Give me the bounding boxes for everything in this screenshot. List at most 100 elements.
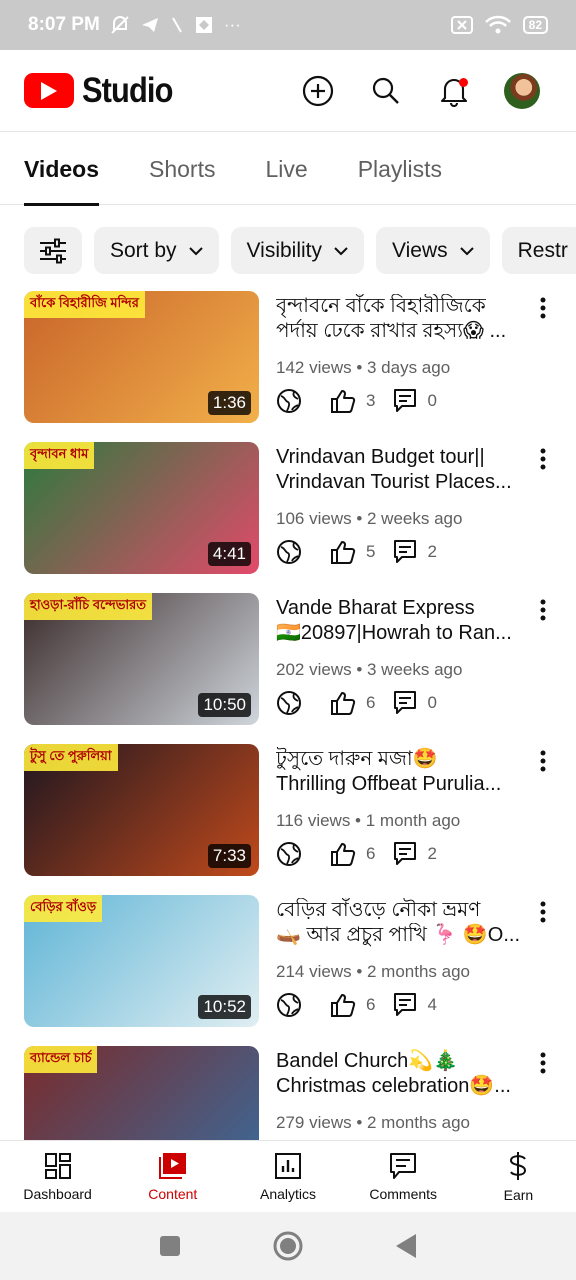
studio-logo[interactable]: Studio — [24, 71, 185, 111]
filter-button[interactable] — [24, 227, 82, 274]
nav-label: Earn — [503, 1186, 534, 1203]
likes-count: 3 — [366, 391, 376, 410]
tab-videos[interactable]: Videos — [24, 133, 99, 206]
more-vert-icon — [540, 1052, 546, 1074]
create-button[interactable] — [288, 61, 348, 121]
thumbnail-caption: বেড়ির বাঁওড় — [24, 895, 103, 922]
chevron-down-icon — [334, 246, 348, 255]
video-duration: 7:33 — [207, 844, 251, 868]
nav-analytics[interactable]: Analytics — [230, 1141, 345, 1212]
recents-icon[interactable] — [158, 1234, 182, 1258]
video-options-button[interactable] — [528, 293, 558, 323]
video-duration: 4:41 — [207, 542, 251, 566]
views-chip[interactable]: Views — [376, 227, 490, 274]
video-row[interactable]: বেড়ির বাঁওড় 10:52 বেড়ির বাঁওড়ে নৌকা ভ্… — [0, 895, 576, 1046]
comment-icon — [394, 540, 417, 563]
video-duration: 1:36 — [207, 391, 251, 415]
video-options-button[interactable] — [528, 595, 558, 625]
visibility-chip[interactable]: Visibility — [230, 227, 364, 274]
system-nav-bar — [0, 1212, 576, 1280]
video-title[interactable]: বৃন্দাবনে বাঁকে বিহারীজিকে পর্দায় ঢেকে র… — [276, 294, 526, 344]
video-title[interactable]: বেড়ির বাঁওড়ে নৌকা ভ্রমণ 🛶 আর প্রচুর পাখ… — [276, 898, 526, 948]
sort-by-chip[interactable]: Sort by — [94, 227, 219, 274]
video-stats: 64 — [276, 990, 455, 1020]
comment-icon — [394, 691, 417, 714]
video-thumbnail[interactable]: বেড়ির বাঁওড় 10:52 — [24, 895, 259, 1027]
video-meta: 279 views • 2 months ago — [276, 1113, 471, 1132]
visibility-status — [276, 539, 312, 565]
like-icon — [331, 390, 356, 413]
video-row[interactable]: হাওড়া-রাঁচি বন্দেভারত 10:50 Vande Bharat … — [0, 593, 576, 744]
app-header: Studio — [0, 50, 576, 132]
back-icon[interactable] — [394, 1233, 418, 1259]
youtube-play-logo-icon — [24, 73, 74, 108]
notifications-button[interactable] — [424, 61, 484, 121]
video-list: বাঁকে বিহারীজি মন্দির 1:36 বৃন্দাবনে বাঁকে… — [0, 291, 576, 1141]
comments-stat: 2 — [393, 841, 437, 867]
video-options-button[interactable] — [528, 746, 558, 776]
video-title[interactable]: Vande Bharat Express 🇮🇳20897|Howrah to Ra… — [276, 596, 526, 646]
video-title-line: Christmas celebration🤩... — [276, 1075, 511, 1097]
more-vert-icon — [540, 901, 546, 923]
visibility-status — [276, 690, 312, 716]
video-title-line: 🇮🇳20897|Howrah to Ran... — [276, 622, 512, 644]
account-button[interactable] — [492, 61, 552, 121]
video-title-line: পর্দায় ঢেকে রাখার রহস্য😱 ... — [276, 320, 507, 342]
brand-name: Studio — [82, 70, 173, 110]
video-title[interactable]: Bandel Church💫🎄 Christmas celebration🤩... — [276, 1049, 526, 1099]
nav-label: Content — [148, 1185, 198, 1202]
comments-stat: 2 — [393, 539, 437, 565]
video-title-line: টুসুতে দারুন মজা🤩 — [276, 748, 438, 770]
video-row[interactable]: ব্যান্ডেল চার্চ Bandel Church💫🎄 Christmas … — [0, 1046, 576, 1141]
nav-comments[interactable]: Comments — [346, 1141, 461, 1212]
video-row[interactable]: বাঁকে বিহারীজি মন্দির 1:36 বৃন্দাবনে বাঁকে… — [0, 291, 576, 442]
like-icon — [331, 541, 356, 564]
tab-shorts[interactable]: Shorts — [149, 133, 215, 205]
video-title-line: Vrindavan Budget tour|| — [276, 446, 485, 468]
more-vert-icon — [540, 448, 546, 470]
video-stats: 60 — [276, 688, 455, 718]
video-options-button[interactable] — [528, 1048, 558, 1078]
home-icon[interactable] — [272, 1230, 304, 1262]
nav-dashboard[interactable]: Dashboard — [0, 1141, 115, 1212]
search-button[interactable] — [356, 61, 416, 121]
video-thumbnail[interactable]: বৃন্দাবন ধাম 4:41 — [24, 442, 259, 574]
video-title-line: Vande Bharat Express — [276, 597, 475, 619]
battery-icon: 82 — [522, 16, 548, 34]
thumbnail-caption: ব্যান্ডেল চার্চ — [24, 1046, 98, 1073]
restrictions-chip[interactable]: Restr — [501, 227, 576, 274]
more-vert-icon — [540, 750, 546, 772]
comments-stat: 0 — [393, 388, 437, 414]
video-title-line: বেড়ির বাঁওড়ে নৌকা ভ্রমণ — [276, 899, 481, 921]
nav-earn[interactable]: Earn — [461, 1141, 576, 1212]
nav-content[interactable]: Content — [115, 1141, 230, 1212]
likes-count: 6 — [366, 693, 376, 712]
like-icon — [331, 843, 356, 866]
likes-stat: 6 — [330, 690, 375, 716]
video-options-button[interactable] — [528, 897, 558, 927]
public-globe-icon — [277, 389, 301, 413]
like-icon — [331, 692, 356, 715]
video-title-line: 🛶 আর প্রচুর পাখি 🦩 🤩O... — [276, 924, 521, 946]
tab-playlists[interactable]: Playlists — [358, 133, 442, 205]
likes-stat: 3 — [330, 388, 375, 414]
video-row[interactable]: টুসু তে পুরুলিয়া 7:33 টুসুতে দারুন মজা🤩 Th… — [0, 744, 576, 895]
comments-count: 4 — [427, 995, 437, 1014]
public-globe-icon — [277, 993, 301, 1017]
video-options-button[interactable] — [528, 444, 558, 474]
video-thumbnail[interactable]: বাঁকে বিহারীজি মন্দির 1:36 — [24, 291, 259, 423]
video-row[interactable]: বৃন্দাবন ধাম 4:41 Vrindavan Budget tour|| V… — [0, 442, 576, 593]
video-title-line: Bandel Church💫🎄 — [276, 1050, 459, 1072]
video-title[interactable]: টুসুতে দারুন মজা🤩 Thrilling Offbeat Purul… — [276, 747, 526, 797]
video-thumbnail[interactable]: টুসু তে পুরুলিয়া 7:33 — [24, 744, 259, 876]
comment-icon — [394, 993, 417, 1016]
tab-live[interactable]: Live — [265, 133, 307, 205]
filter-sliders-icon — [40, 238, 66, 263]
video-title[interactable]: Vrindavan Budget tour|| Vrindavan Tourist… — [276, 445, 526, 495]
visibility-status — [276, 388, 312, 414]
video-title-line: Thrilling Offbeat Purulia... — [276, 773, 502, 795]
video-thumbnail[interactable]: হাওড়া-রাঁচি বন্দেভারত 10:50 — [24, 593, 259, 725]
bottom-nav: Dashboard Content Analytics Comments Ear… — [0, 1140, 576, 1212]
more-vert-icon — [540, 297, 546, 319]
video-thumbnail[interactable]: ব্যান্ডেল চার্চ — [24, 1046, 259, 1141]
